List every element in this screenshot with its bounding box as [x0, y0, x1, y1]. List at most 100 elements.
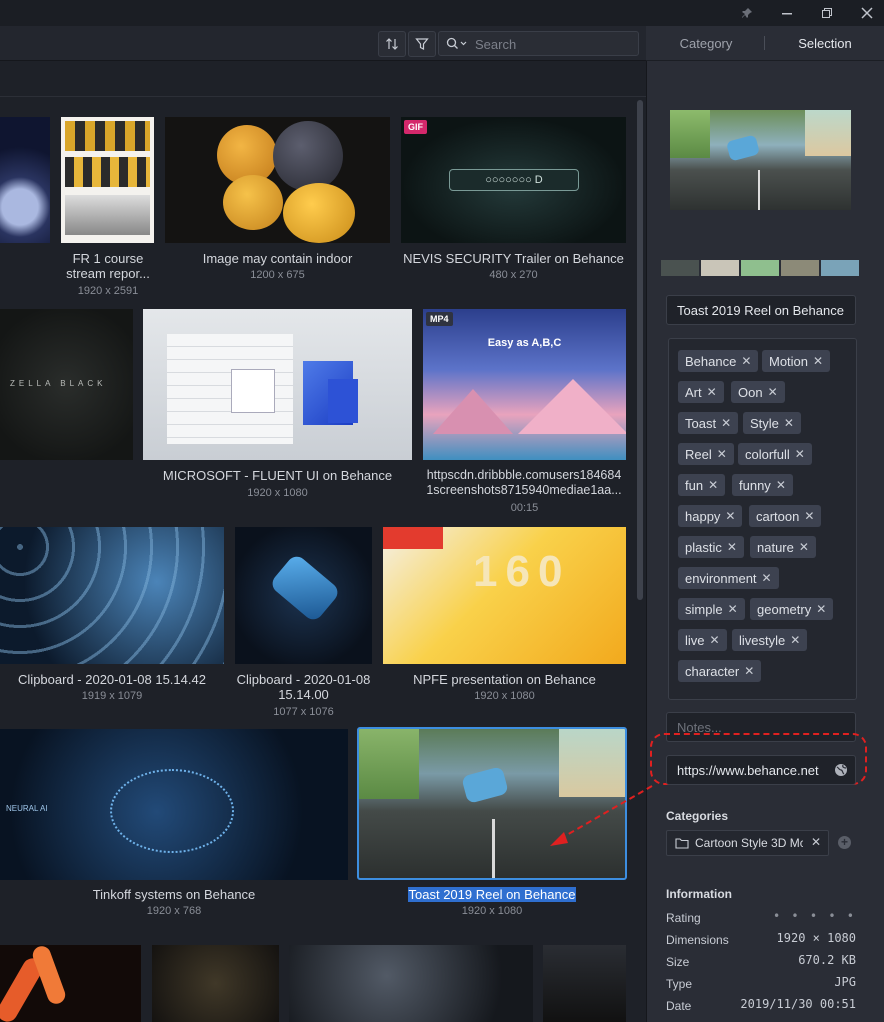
color-swatch-4[interactable]	[781, 260, 819, 276]
tag-chip[interactable]: Motion ✕	[762, 350, 831, 372]
tag-chip[interactable]: Oon ✕	[731, 381, 785, 403]
tag-remove-icon[interactable]: ✕	[795, 447, 805, 461]
tag-label: Motion	[769, 353, 809, 369]
search-icon	[446, 37, 467, 49]
tag-remove-icon[interactable]: ✕	[707, 385, 717, 399]
tag-chip[interactable]: Reel ✕	[678, 443, 734, 465]
category-chip[interactable]: Cartoon Style 3D Mc ✕	[666, 830, 829, 856]
image-grid[interactable]: FR 1 course stream repor... 1920 x 2591 I…	[0, 97, 630, 1022]
tag-chip[interactable]: nature ✕	[750, 536, 816, 558]
color-swatch-1[interactable]	[661, 260, 699, 276]
sort-icon	[386, 38, 398, 50]
thumbnail-flower[interactable]	[0, 117, 50, 243]
annotation-arrow	[550, 785, 653, 846]
close-icon[interactable]	[850, 0, 884, 26]
tab-selection[interactable]: Selection	[766, 26, 884, 60]
tag-label: happy	[685, 508, 721, 524]
thumbnail-fr1-course[interactable]	[61, 117, 154, 243]
tag-remove-icon[interactable]: ✕	[710, 633, 720, 647]
tag-remove-icon[interactable]: ✕	[816, 602, 826, 616]
tag-remove-icon[interactable]: ✕	[708, 478, 718, 492]
tag-remove-icon[interactable]: ✕	[784, 416, 794, 430]
thumbnail-npfe[interactable]: 160	[383, 527, 626, 664]
tag-label: colorfull	[745, 446, 790, 462]
add-category-icon[interactable]: +	[838, 836, 851, 849]
filter-button[interactable]	[408, 31, 436, 57]
globe-icon[interactable]	[834, 763, 848, 777]
grid-scrollbar-thumb[interactable]	[637, 100, 643, 600]
color-swatch-2[interactable]	[701, 260, 739, 276]
thumbnail-clipboard-1[interactable]	[0, 527, 224, 664]
restore-icon[interactable]	[810, 0, 844, 26]
caption-indoor: Image may contain indoor	[202, 251, 353, 266]
tag-chip[interactable]: character ✕	[678, 660, 762, 682]
tag-chip[interactable]: Behance ✕	[678, 350, 759, 372]
tag-chip[interactable]: colorfull ✕	[738, 443, 812, 465]
minimize-icon[interactable]	[770, 0, 804, 26]
thumbnail-easy-abc[interactable]: Easy as A,B,C MP4	[423, 309, 626, 460]
sort-button[interactable]	[378, 31, 406, 57]
caption-toast: Toast 2019 Reel on Behance	[407, 887, 577, 902]
category-remove-icon[interactable]: ✕	[811, 835, 821, 849]
color-swatch-3[interactable]	[741, 260, 779, 276]
thumbnail-dark-scene[interactable]	[543, 945, 626, 1022]
tag-label: live	[685, 632, 705, 648]
thumbnail-clipboard-2[interactable]	[235, 527, 372, 664]
tag-remove-icon[interactable]: ✕	[725, 509, 735, 523]
tag-remove-icon[interactable]: ✕	[790, 633, 800, 647]
tag-remove-icon[interactable]: ✕	[744, 664, 754, 678]
tag-remove-icon[interactable]: ✕	[804, 509, 814, 523]
thumbnail-tinkoff[interactable]: NEURAL AI	[0, 729, 348, 880]
title-field[interactable]: Toast 2019 Reel on Behance	[666, 295, 856, 325]
tag-remove-icon[interactable]: ✕	[717, 447, 727, 461]
tag-chip[interactable]: Art ✕	[678, 381, 724, 403]
tag-remove-icon[interactable]: ✕	[728, 602, 738, 616]
sub-toolbar	[0, 61, 646, 97]
tag-chip[interactable]: live ✕	[678, 629, 727, 651]
preview-image[interactable]	[670, 110, 851, 210]
tag-chip[interactable]: Toast ✕	[678, 412, 739, 434]
info-label-size: Size	[666, 955, 690, 969]
tag-chip[interactable]: plastic ✕	[678, 536, 744, 558]
tag-remove-icon[interactable]: ✕	[799, 540, 809, 554]
tag-chip[interactable]: environment ✕	[678, 567, 779, 589]
tag-chip[interactable]: Style ✕	[743, 412, 801, 434]
tag-remove-icon[interactable]: ✕	[762, 571, 772, 585]
tag-remove-icon[interactable]: ✕	[721, 416, 731, 430]
caption-fr1: FR 1 course stream repor...	[66, 251, 150, 281]
caption-clipboard-1: Clipboard - 2020-01-08 15.14.42	[18, 672, 206, 687]
dims-tinkoff: 1920 x 768	[146, 905, 202, 917]
rating-stars[interactable]: • • • • •	[773, 909, 856, 923]
tag-remove-icon[interactable]: ✕	[776, 478, 786, 492]
url-field[interactable]: https://www.behance.net	[666, 755, 856, 785]
tag-chip[interactable]: happy ✕	[678, 505, 743, 527]
tag-remove-icon[interactable]: ✕	[741, 354, 751, 368]
tag-label: Oon	[738, 384, 763, 400]
thumbnail-robot-dog[interactable]	[152, 945, 279, 1022]
thumbnail-machine[interactable]	[289, 945, 533, 1022]
tag-chip[interactable]: simple ✕	[678, 598, 745, 620]
tag-label: Art	[685, 384, 702, 400]
tag-remove-icon[interactable]: ✕	[813, 354, 823, 368]
tag-remove-icon[interactable]: ✕	[727, 540, 737, 554]
tag-label: livestyle	[739, 632, 786, 648]
thumbnail-zella-black[interactable]: ZELLA BLACK	[0, 309, 133, 460]
tag-chip[interactable]: livestyle ✕	[732, 629, 808, 651]
tab-category[interactable]: Category	[647, 26, 765, 60]
search-input[interactable]: Search	[438, 31, 639, 56]
nevis-text: ○○○○○○○ D	[449, 169, 579, 191]
tag-chip[interactable]: fun ✕	[678, 474, 726, 496]
tag-chip[interactable]: funny ✕	[732, 474, 793, 496]
dims-clipboard-1: 1919 x 1079	[81, 690, 143, 702]
tag-remove-icon[interactable]: ✕	[768, 385, 778, 399]
info-value-type: JPG	[834, 975, 856, 989]
pin-icon[interactable]	[730, 0, 764, 26]
thumbnail-indoor[interactable]	[165, 117, 390, 243]
thumbnail-nevis[interactable]: ○○○○○○○ D GIF	[401, 117, 626, 243]
thumbnail-coral[interactable]	[0, 945, 141, 1022]
thumbnail-microsoft-fluent[interactable]	[143, 309, 412, 460]
color-swatch-5[interactable]	[821, 260, 859, 276]
tab-divider	[764, 36, 765, 50]
tag-chip[interactable]: cartoon ✕	[749, 505, 822, 527]
tag-chip[interactable]: geometry ✕	[750, 598, 834, 620]
